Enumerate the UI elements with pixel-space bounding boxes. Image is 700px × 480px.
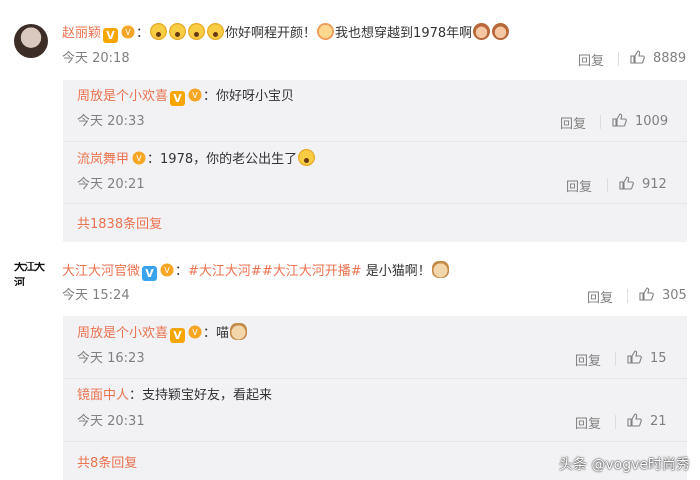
like-button[interactable]: 1009 bbox=[612, 113, 668, 129]
vip-icon: V bbox=[121, 25, 135, 39]
svg-text:V: V bbox=[192, 328, 198, 337]
monkey-emoji-icon bbox=[473, 23, 491, 40]
like-button[interactable]: 912 bbox=[619, 176, 667, 192]
thumbs-up-icon bbox=[627, 413, 642, 427]
comment-text: 我也想穿越到1978年啊 bbox=[335, 26, 473, 41]
like-button[interactable]: 15 bbox=[627, 350, 667, 366]
reply-time: 今天 20:31 bbox=[77, 414, 145, 429]
divider bbox=[615, 415, 616, 429]
verified-icon: V bbox=[142, 266, 158, 281]
verified-icon: V bbox=[170, 328, 186, 343]
divider bbox=[607, 178, 608, 192]
reply-author[interactable]: 周放是个小欢喜 bbox=[77, 326, 168, 341]
comment-time: 今天 20:18 bbox=[62, 51, 130, 66]
reply-text: 支持颖宝好友，看起来 bbox=[142, 388, 273, 403]
svg-text:V: V bbox=[136, 154, 142, 163]
divider bbox=[615, 352, 616, 366]
comment-time: 今天 15:24 bbox=[62, 288, 130, 303]
reply-author[interactable]: 周放是个小欢喜 bbox=[77, 89, 168, 104]
reply-text: 你好呀小宝贝 bbox=[216, 89, 295, 104]
svg-text:V: V bbox=[192, 91, 198, 100]
thumbs-up-icon bbox=[627, 350, 642, 364]
avatar[interactable] bbox=[14, 24, 48, 58]
reply-time: 今天 20:33 bbox=[77, 114, 145, 129]
surprise-emoji-icon bbox=[150, 23, 168, 40]
reply-button[interactable]: 回复 bbox=[566, 176, 592, 195]
comment-author[interactable]: 赵丽颖 bbox=[62, 26, 101, 41]
divider bbox=[63, 203, 687, 204]
cheer-emoji-icon bbox=[317, 23, 335, 40]
surprise-emoji-icon bbox=[169, 23, 187, 40]
reply-time: 今天 20:21 bbox=[77, 177, 145, 192]
surprise-emoji-icon bbox=[188, 23, 206, 40]
thumbs-up-icon bbox=[630, 50, 645, 64]
like-count: 1009 bbox=[635, 114, 669, 129]
reply-text: 1978，你的老公出生了 bbox=[160, 152, 298, 167]
reply-button[interactable]: 回复 bbox=[578, 50, 604, 69]
reply-button[interactable]: 回复 bbox=[575, 350, 601, 369]
reply-header: 镜面中人：支持颖宝好友，看起来 bbox=[77, 388, 273, 403]
like-count: 305 bbox=[662, 288, 687, 303]
like-count: 912 bbox=[642, 177, 667, 192]
hashtag-link[interactable]: #大江大河# bbox=[188, 264, 262, 279]
monkey-emoji-icon bbox=[492, 23, 510, 40]
watermark: 头条 @vogve时尚秀 bbox=[558, 457, 690, 473]
reply-header: 周放是个小欢喜 V V ：喵 bbox=[77, 323, 248, 343]
reply-header: 周放是个小欢喜 V V ：你好呀小宝贝 bbox=[77, 88, 295, 106]
comment-header: 大江大河官微 V V ：#大江大河##大江大河开播# 是小猫啊！ bbox=[62, 261, 450, 281]
verified-icon: V bbox=[170, 91, 186, 106]
reply-header: 流岚舞甲 V ：1978，你的老公出生了 bbox=[77, 149, 316, 169]
cat-emoji-icon bbox=[230, 323, 248, 340]
svg-text:V: V bbox=[164, 266, 170, 275]
avatar[interactable]: 大江大河 bbox=[14, 262, 50, 286]
like-button[interactable]: 8889 bbox=[630, 50, 686, 66]
vip-icon: V bbox=[160, 263, 174, 277]
surprise-emoji-icon bbox=[207, 23, 225, 40]
divider bbox=[63, 441, 687, 442]
reply-time: 今天 16:23 bbox=[77, 351, 145, 366]
like-count: 15 bbox=[650, 351, 667, 366]
reply-button[interactable]: 回复 bbox=[575, 413, 601, 432]
comment-author[interactable]: 大江大河官微 bbox=[62, 264, 140, 279]
divider bbox=[618, 52, 619, 66]
cat-emoji-icon bbox=[431, 261, 449, 278]
like-count: 8889 bbox=[653, 51, 687, 66]
divider bbox=[63, 378, 687, 379]
thumbs-up-icon bbox=[639, 287, 654, 301]
hashtag-link[interactable]: #大江大河开播# bbox=[262, 264, 362, 279]
more-replies-link[interactable]: 共1838条回复 bbox=[77, 213, 162, 232]
shock-emoji-icon bbox=[298, 149, 316, 166]
divider bbox=[600, 115, 601, 129]
thumbs-up-icon bbox=[619, 176, 634, 190]
verified-icon: V bbox=[103, 28, 119, 43]
comment-text: 你好啊程开颜！ bbox=[225, 26, 317, 41]
reply-author[interactable]: 流岚舞甲 bbox=[77, 152, 129, 167]
svg-text:V: V bbox=[125, 28, 131, 37]
reply-button[interactable]: 回复 bbox=[560, 113, 586, 132]
more-replies-link[interactable]: 共8条回复 bbox=[77, 452, 137, 471]
vip-icon: V bbox=[188, 325, 202, 339]
divider bbox=[63, 141, 687, 142]
like-count: 21 bbox=[650, 414, 667, 429]
reply-author[interactable]: 镜面中人 bbox=[77, 388, 129, 403]
reply-button[interactable]: 回复 bbox=[587, 287, 613, 306]
vip-icon: V bbox=[132, 151, 146, 165]
comment-text: 是小猫啊！ bbox=[361, 264, 431, 279]
divider bbox=[627, 289, 628, 303]
reply-text: 喵 bbox=[216, 326, 230, 341]
like-button[interactable]: 21 bbox=[627, 413, 667, 429]
comment-header: 赵丽颖 V V：你好啊程开颜！ 我也想穿越到1978年啊 bbox=[62, 23, 510, 43]
vip-icon: V bbox=[188, 88, 202, 102]
like-button[interactable]: 305 bbox=[639, 287, 687, 303]
thumbs-up-icon bbox=[612, 113, 627, 127]
